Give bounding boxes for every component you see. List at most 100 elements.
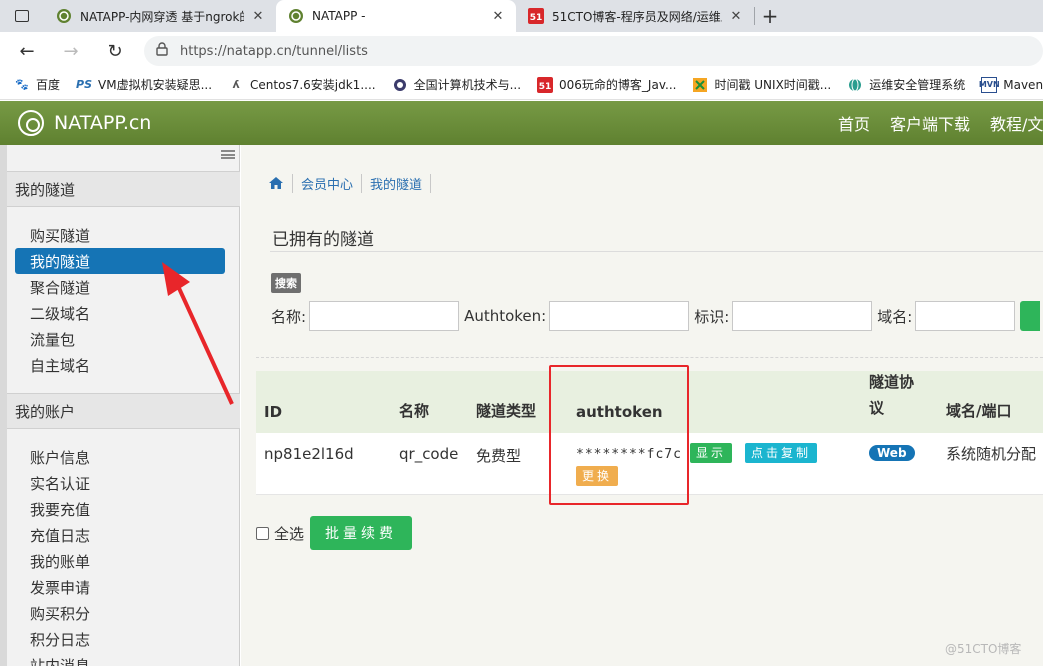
authtoken-label: Authtoken:: [464, 307, 547, 325]
bookmark-item[interactable]: 运维安全管理系统: [847, 76, 965, 93]
tab-title: 51CTO博客-程序员及网络/运维工: [552, 9, 722, 24]
forward-button[interactable]: →: [54, 36, 88, 66]
col-authtoken: authtoken: [576, 403, 663, 421]
select-all[interactable]: 全选: [256, 523, 304, 544]
sidebar-item-points-log[interactable]: 积分日志: [15, 626, 225, 652]
sidebar-item-invoice[interactable]: 发票申请: [15, 574, 225, 600]
new-tab-button[interactable]: +: [755, 0, 785, 32]
bookmark-item[interactable]: 全国计算机技术与...: [392, 76, 521, 93]
bookmark-item[interactable]: 51 006玩命的博客_Jav...: [537, 76, 676, 93]
name-label: 名称:: [271, 307, 307, 326]
cell-type: 免费型: [476, 447, 522, 465]
ident-search-input[interactable]: [732, 301, 873, 331]
sidebar-item-recharge-log[interactable]: 充值日志: [15, 522, 225, 548]
menu-collapse-icon[interactable]: [221, 150, 235, 159]
bookmark-item[interactable]: PS VM虚拟机安装疑思...: [76, 76, 212, 93]
tab-title: NATAPP -: [312, 9, 366, 23]
domain-search-input[interactable]: [915, 301, 1016, 331]
sidebar-item-messages[interactable]: 站内消息: [15, 652, 225, 666]
lock-icon: [156, 42, 168, 60]
table-header: ID 名称 隧道类型 authtoken 隧道协议 域名/端口: [256, 371, 1043, 433]
browser-tab-1[interactable]: NATAPP-内网穿透 基于ngrok的国 ✕: [44, 0, 276, 32]
change-token-button[interactable]: 更换: [576, 466, 619, 486]
bookmark-label: Centos7.6安装jdk1....: [250, 78, 376, 92]
protocol-badge: Web: [869, 445, 915, 461]
tab-actions-button[interactable]: [0, 0, 44, 32]
site-header: NATAPP.cn 首页 客户端下载 教程/文: [0, 101, 1043, 145]
bookmark-label: 006玩命的博客_Jav...: [559, 78, 677, 92]
tab-title: NATAPP-内网穿透 基于ngrok的国: [80, 9, 244, 24]
sidebar-item-aggregate-tunnel[interactable]: 聚合隧道: [15, 274, 225, 300]
col-name: 名称: [399, 402, 430, 420]
batch-renew-button[interactable]: 批量续费: [310, 516, 412, 550]
domain-label: 域名:: [877, 307, 913, 326]
close-tab-icon[interactable]: ✕: [250, 9, 266, 24]
bookmark-label: 百度: [36, 78, 61, 92]
sidebar-section-tunnels[interactable]: 我的隧道: [7, 171, 240, 207]
top-nav: 首页 客户端下载 教程/文: [838, 101, 1043, 145]
col-id: ID: [264, 403, 283, 421]
search-badge: 搜索: [271, 273, 301, 293]
back-button[interactable]: ←: [10, 36, 44, 66]
bookmark-item[interactable]: 时间戳 UNIX时间戳...: [692, 76, 831, 93]
sidebar-item-account-info[interactable]: 账户信息: [15, 444, 225, 470]
globe-icon: [847, 77, 863, 93]
bookmark-label: VM虚拟机安装疑思...: [98, 78, 213, 92]
search-button[interactable]: [1020, 301, 1041, 331]
table-row: np81e2l16d qr_code 免费型 ********fc7c 显示 点…: [256, 433, 1043, 495]
cell-authtoken: ********fc7c: [576, 447, 682, 462]
bookmark-item[interactable]: 🐾 百度: [14, 76, 60, 93]
col-domain: 域名/端口: [946, 402, 1012, 420]
sidebar-item-recharge[interactable]: 我要充值: [15, 496, 225, 522]
sidebar-item-real-name[interactable]: 实名认证: [15, 470, 225, 496]
reload-button[interactable]: ↻: [98, 36, 132, 66]
sidebar-item-subdomain[interactable]: 二级域名: [15, 300, 225, 326]
baidu-icon: 🐾: [15, 78, 29, 91]
sidebar-tunnel-list: 购买隧道 我的隧道 聚合隧道 二级域名 流量包 自主域名: [15, 222, 225, 378]
breadcrumb-member-center[interactable]: 会员中心: [292, 173, 361, 193]
bookmark-label: Maven Rep: [1003, 77, 1043, 92]
bookmark-item[interactable]: ʎ Centos7.6安装jdk1....: [228, 76, 376, 93]
address-bar[interactable]: https://natapp.cn/tunnel/lists: [144, 36, 1043, 66]
close-tab-icon[interactable]: ✕: [728, 9, 744, 24]
sidebar-item-bills[interactable]: 我的账单: [15, 548, 225, 574]
browser-tab-3[interactable]: 51 51CTO博客-程序员及网络/运维工 ✕: [516, 0, 754, 32]
bookmark-item[interactable]: MVNMaven Rep: [979, 76, 1043, 93]
svg-text:51: 51: [530, 13, 543, 23]
tab-actions-icon: [15, 10, 29, 22]
sidebar-item-traffic-pack[interactable]: 流量包: [15, 326, 225, 352]
name-search-input[interactable]: [309, 301, 460, 331]
tunnel-table: ID 名称 隧道类型 authtoken 隧道协议 域名/端口 np81e2l1…: [256, 371, 1043, 495]
dashed-divider: [256, 357, 1043, 358]
sidebar-account-list: 账户信息 实名认证 我要充值 充值日志 我的账单 发票申请 购买积分 积分日志 …: [15, 444, 225, 666]
sidebar-item-buy-tunnel[interactable]: 购买隧道: [15, 222, 225, 248]
nav-home[interactable]: 首页: [838, 111, 870, 135]
nav-client-download[interactable]: 客户端下载: [890, 111, 970, 135]
nav-tutorials[interactable]: 教程/文: [990, 111, 1043, 135]
sidebar-item-custom-domain[interactable]: 自主域名: [15, 352, 225, 378]
close-tab-icon[interactable]: ✕: [490, 9, 506, 24]
breadcrumb-my-tunnels[interactable]: 我的隧道: [361, 173, 432, 193]
svg-text:51: 51: [539, 82, 552, 92]
cell-id: np81e2l16d: [264, 445, 354, 463]
bookmarks-bar: 🐾 百度 PS VM虚拟机安装疑思... ʎ Centos7.6安装jdk1.... …: [0, 70, 1043, 100]
ps-icon: PS: [76, 78, 92, 91]
authtoken-search-input[interactable]: [549, 301, 690, 331]
page-title: 已拥有的隧道: [272, 230, 374, 250]
sidebar-section-account[interactable]: 我的账户: [7, 393, 240, 429]
maven-icon: MVN: [979, 76, 1000, 93]
natapp-icon: [56, 8, 72, 24]
sidebar-item-my-tunnels[interactable]: 我的隧道: [15, 248, 225, 274]
sidebar-item-buy-points[interactable]: 购买积分: [15, 600, 225, 626]
home-icon[interactable]: [268, 176, 284, 190]
bookmark-label: 时间戳 UNIX时间戳...: [714, 78, 832, 92]
natapp-icon: [288, 8, 304, 24]
site-logo[interactable]: NATAPP.cn: [18, 110, 151, 136]
centos-icon: ʎ: [232, 78, 240, 91]
copy-token-button[interactable]: 点击复制: [745, 443, 818, 463]
select-all-checkbox[interactable]: [256, 527, 269, 540]
show-token-button[interactable]: 显示: [690, 443, 733, 463]
browser-tab-2[interactable]: NATAPP - ✕: [276, 0, 516, 32]
select-all-label: 全选: [274, 525, 305, 543]
ident-label: 标识:: [694, 307, 730, 326]
